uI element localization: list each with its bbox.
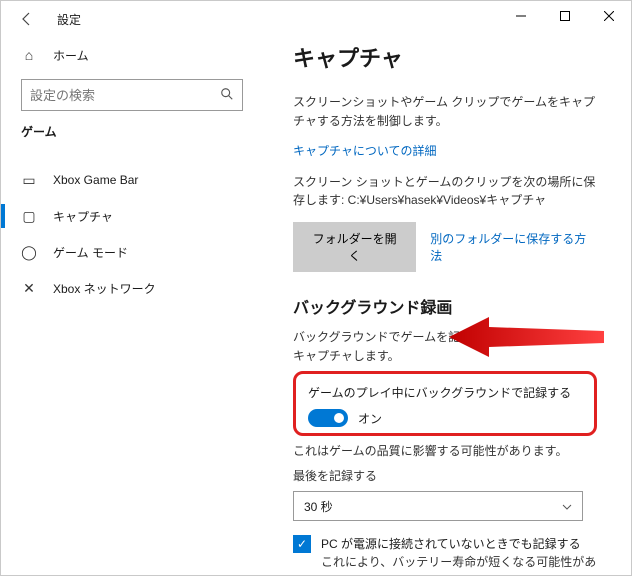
close-button[interactable] [587, 1, 631, 31]
window-title: 設定 [57, 11, 81, 28]
sidebar: ⌂ ホーム ゲーム ▭ Xbox Game Bar ▢ キャプチャ ◯ ゲ [1, 37, 263, 575]
sidebar-item-capture[interactable]: ▢ キャプチャ [1, 198, 243, 234]
open-folder-button[interactable]: フォルダーを開く [293, 222, 416, 272]
bg-desc: バックグラウンドでゲームを記録して、以前のプレイをキャプチャします。 [293, 328, 597, 365]
last-label: 最後を記録する [293, 467, 597, 486]
game-mode-icon: ◯ [21, 244, 37, 261]
titlebar: 設定 [1, 1, 631, 37]
bg-toggle-label: ゲームのプレイ中にバックグラウンドで記録する [308, 384, 582, 401]
sidebar-item-game-mode[interactable]: ◯ ゲーム モード [1, 234, 243, 270]
sidebar-item-label: Xbox ネットワーク [53, 280, 156, 297]
sidebar-item-label: ゲーム モード [53, 244, 128, 261]
gamebar-icon: ▭ [21, 172, 37, 189]
cb-on-battery[interactable]: ✓ [293, 535, 311, 553]
home-icon: ⌂ [21, 47, 37, 63]
bg-heading: バックグラウンド録画 [293, 294, 597, 318]
cb-on-battery-label: PC が電源に接続されていないときでも記録する [321, 535, 581, 552]
network-icon: ✕ [21, 280, 37, 297]
bg-toggle-state: オン [358, 410, 382, 427]
search-icon [220, 87, 234, 104]
sidebar-item-label: Xbox Game Bar [53, 173, 138, 187]
bg-note: これはゲームの品質に影響する可能性があります。 [293, 442, 597, 461]
bg-toggle-highlight: ゲームのプレイ中にバックグラウンドで記録する オン [293, 371, 597, 436]
last-duration-value: 30 秒 [304, 498, 333, 515]
learn-more-link[interactable]: キャプチャについての詳細 [293, 144, 437, 158]
sidebar-item-xbox-game-bar[interactable]: ▭ Xbox Game Bar [1, 162, 243, 198]
minimize-button[interactable] [499, 1, 543, 31]
save-location-text: スクリーン ショットとゲームのクリップを次の場所に保存します: C:¥Users… [293, 173, 597, 210]
sidebar-item-xbox-network[interactable]: ✕ Xbox ネットワーク [1, 270, 243, 306]
back-button[interactable] [11, 3, 43, 35]
search-input-wrap[interactable] [21, 79, 243, 111]
settings-window: 設定 ⌂ ホーム ゲーム ▭ Xbox Game Bar [0, 0, 632, 576]
last-duration-select[interactable]: 30 秒 [293, 491, 583, 521]
sidebar-home[interactable]: ⌂ ホーム [1, 37, 243, 73]
capture-icon: ▢ [21, 208, 37, 225]
sidebar-category: ゲーム [21, 123, 243, 140]
chevron-down-icon [562, 499, 572, 513]
page-title: キャプチャ [293, 41, 597, 73]
search-input[interactable] [30, 88, 220, 103]
maximize-button[interactable] [543, 1, 587, 31]
sidebar-item-label: ホーム [53, 47, 89, 64]
save-other-link[interactable]: 別のフォルダーに保存する方法 [430, 230, 597, 264]
bg-toggle[interactable] [308, 409, 348, 427]
intro-text: スクリーンショットやゲーム クリップでゲームをキャプチャする方法を制御します。 [293, 93, 597, 130]
main-panel: キャプチャ スクリーンショットやゲーム クリップでゲームをキャプチャする方法を制… [263, 37, 631, 575]
sidebar-item-label: キャプチャ [53, 208, 113, 225]
cb1-note: これにより、バッテリー寿命が短くなる可能性があります。 [321, 553, 597, 575]
